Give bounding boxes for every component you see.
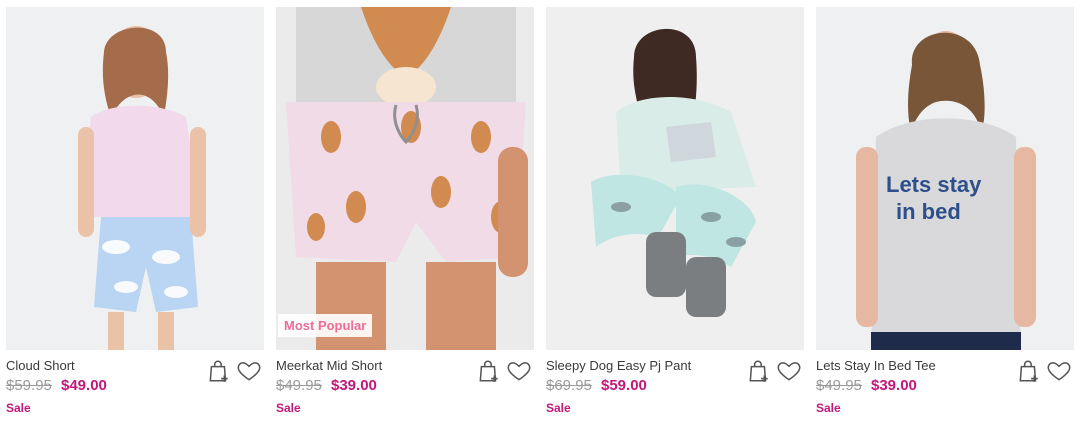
heart-icon[interactable] xyxy=(1046,358,1072,384)
price-was: $49.95 xyxy=(276,377,322,394)
product-card[interactable]: Sleepy Dog Easy Pj Pant $69.95 $59.00 Sa… xyxy=(546,7,804,422)
price-was: $59.95 xyxy=(6,377,52,394)
product-name[interactable]: Sleepy Dog Easy Pj Pant xyxy=(546,358,691,373)
product-grid: Cloud Short $59.95 $49.00 Sale Most Popu… xyxy=(0,0,1080,429)
product-card[interactable]: Lets stay in bed Lets Stay In Bed Tee $4… xyxy=(816,7,1074,422)
product-card[interactable]: Most Popular Meerkat Mid Short $49.95 $3… xyxy=(276,7,534,422)
heart-icon[interactable] xyxy=(776,358,802,384)
product-name[interactable]: Meerkat Mid Short xyxy=(276,358,382,373)
price-was: $49.95 xyxy=(816,377,862,394)
price-now: $39.00 xyxy=(871,377,917,394)
heart-icon[interactable] xyxy=(506,358,532,384)
product-image[interactable]: Lets stay in bed xyxy=(816,7,1074,350)
most-popular-badge: Most Popular xyxy=(278,314,373,337)
svg-text:Lets stay: Lets stay xyxy=(886,172,982,197)
product-image[interactable] xyxy=(6,7,264,350)
heart-icon[interactable] xyxy=(236,358,262,384)
price-was: $69.95 xyxy=(546,377,592,394)
svg-text:in bed: in bed xyxy=(896,199,961,224)
sale-tag: Sale xyxy=(6,401,31,415)
product-image[interactable]: Most Popular xyxy=(276,7,534,350)
price-now: $59.00 xyxy=(601,377,647,394)
sale-tag: Sale xyxy=(546,401,571,415)
sale-tag: Sale xyxy=(816,401,841,415)
bag-plus-icon[interactable] xyxy=(206,358,232,384)
bag-plus-icon[interactable] xyxy=(476,358,502,384)
product-card[interactable]: Cloud Short $59.95 $49.00 Sale xyxy=(6,7,264,422)
price-now: $39.00 xyxy=(331,377,377,394)
bag-plus-icon[interactable] xyxy=(1016,358,1042,384)
product-name[interactable]: Cloud Short xyxy=(6,358,75,373)
bag-plus-icon[interactable] xyxy=(746,358,772,384)
price-now: $49.00 xyxy=(61,377,107,394)
sale-tag: Sale xyxy=(276,401,301,415)
product-name[interactable]: Lets Stay In Bed Tee xyxy=(816,358,936,373)
product-image[interactable] xyxy=(546,7,804,350)
